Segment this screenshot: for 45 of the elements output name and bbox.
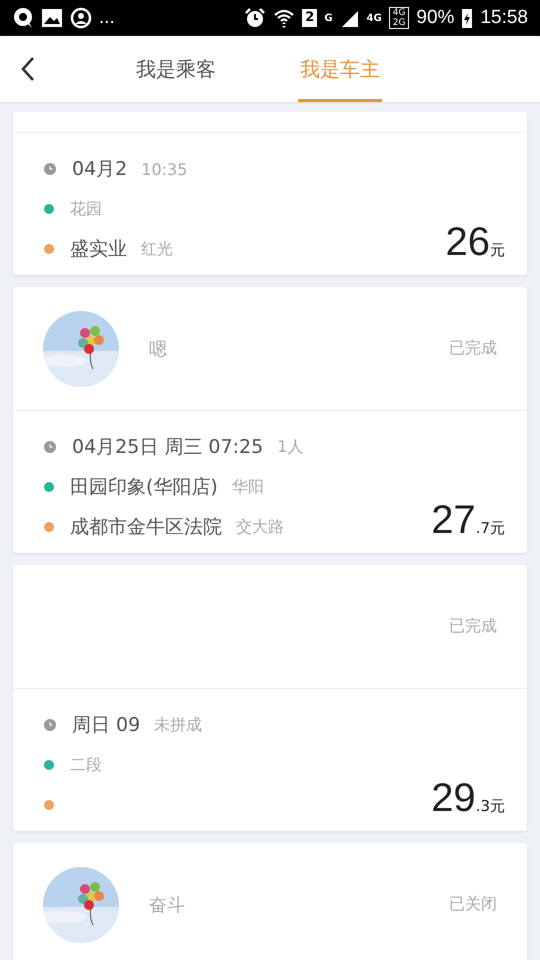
fare-amount: 29 (431, 776, 476, 821)
trip-detail: 田园印象(华阳店) (70, 475, 218, 500)
trip-note: 花园 (70, 198, 102, 220)
dual-signal-indicator: 4G 2G (388, 7, 410, 29)
alarm-clock-icon (244, 7, 266, 29)
trip-note: 二段 (70, 754, 102, 776)
trip-detail: 04月25日 周三 07:25 (72, 435, 264, 460)
order-status: 已完成 (449, 338, 497, 359)
clock-icon (44, 163, 56, 175)
user-name: 奋斗 (149, 894, 185, 916)
trip-card[interactable]: 已完成 周日 09 未拼成 二段 29.3元 (13, 565, 527, 831)
status-text: ... (99, 7, 115, 29)
trip-detail: 04月2 (72, 157, 128, 182)
battery-percent: 90% (416, 7, 454, 29)
tab[interactable]: 我是乘客 (134, 36, 218, 102)
sim-card-number: 2 (302, 9, 318, 27)
fare-amount: 27 (431, 498, 476, 543)
order-status: 已关闭 (449, 894, 497, 915)
trip-card[interactable]: 04月2 10:35 花园 盛实业 红光 26元 (13, 112, 527, 275)
trip-card[interactable]: 嗯 已完成 04月25日 周三 07:25 1人 田园印象(华阳店) 华阳 成都市金牛区法院 交大路 27.7元 (13, 287, 527, 553)
wifi-icon (273, 7, 296, 29)
order-status: 已完成 (449, 616, 497, 637)
battery-icon (461, 7, 474, 29)
trip-note: 未拼成 (154, 714, 202, 736)
network-type: G (324, 13, 333, 24)
fare-amount: 26 (446, 220, 490, 265)
fare-unit: .3元 (476, 797, 505, 816)
clock-time: 15:58 (480, 7, 528, 29)
trip-note: 1人 (277, 436, 304, 458)
trip-note: 交大路 (236, 516, 284, 538)
trip-note: 10:35 (141, 160, 188, 178)
clock-icon (44, 441, 56, 453)
trip-detail: 周日 09 (72, 713, 140, 738)
trip-detail: 成都市金牛区法院 (70, 515, 222, 540)
fare-unit: 元 (490, 241, 505, 260)
network-type: 4G (366, 13, 382, 24)
chat-bubble-icon (12, 7, 34, 29)
trip-detail: 盛实业 (70, 237, 127, 262)
trip-note: 红光 (141, 238, 173, 260)
trip-note: 华阳 (232, 476, 264, 498)
account-icon (70, 7, 92, 29)
user-name: 嗯 (149, 338, 167, 360)
clock-icon (44, 719, 56, 731)
image-icon (41, 8, 63, 28)
fare-unit: .7元 (476, 519, 505, 538)
